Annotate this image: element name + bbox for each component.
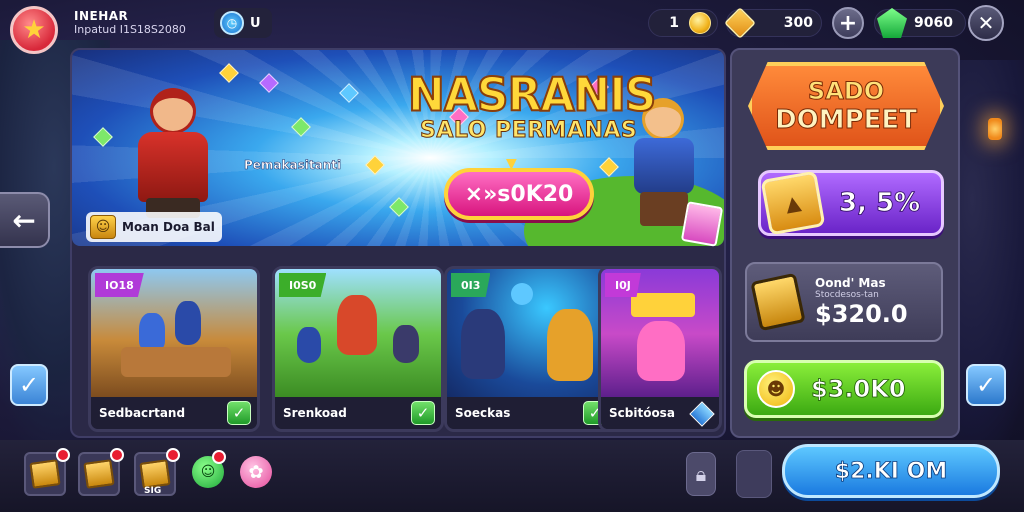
level-badge[interactable]: ◷ U: [214, 8, 272, 38]
close-icon: ✕: [977, 11, 995, 35]
crate-icon: [724, 7, 756, 39]
check-icon: ✓: [975, 371, 997, 399]
offer-ticket-title: Oond' Mas: [815, 276, 886, 290]
offer-ticket-subtitle: Stocdesos-tan: [815, 290, 879, 300]
game-badge: IO18: [95, 273, 144, 297]
box-icon: [29, 459, 61, 489]
gift-button[interactable]: ✿: [240, 456, 272, 488]
lantern-icon: [988, 118, 1002, 140]
star-icon: ★: [22, 15, 46, 45]
inventory-caption: SIG: [144, 486, 162, 496]
shop-title-line1: SADO: [807, 77, 885, 106]
gem-counter[interactable]: 9060: [874, 8, 966, 38]
level-value: U: [250, 15, 261, 31]
back-button[interactable]: ←: [0, 192, 50, 248]
box-icon: [139, 459, 171, 489]
character-icon: ☺: [90, 215, 116, 239]
game-tile[interactable]: I0S0 Srenkoad ✓: [272, 266, 444, 432]
inventory-slot[interactable]: [78, 448, 124, 496]
clock-icon: ◷: [220, 11, 244, 35]
game-badge: 0I3: [451, 273, 491, 297]
chest-icon: ▲: [760, 170, 826, 236]
lock-button[interactable]: 🔒︎: [686, 452, 716, 496]
notification-dot: [56, 448, 70, 462]
game-badge: I0J: [605, 273, 641, 297]
face-icon: ☺: [200, 464, 216, 480]
offer-chest-button[interactable]: ▲ 3, 5%: [758, 170, 944, 236]
banner-subtitle: SALO PERMANAS: [419, 118, 638, 144]
check-icon: ✓: [227, 401, 251, 425]
notification-dot: [166, 448, 180, 462]
inventory-slot[interactable]: [24, 448, 70, 496]
game-tile[interactable]: I0J Scbitóosa: [598, 266, 722, 432]
left-check-button[interactable]: ✓: [10, 364, 48, 406]
arrow-left-icon: ←: [12, 203, 36, 237]
notification-dot: [110, 448, 124, 462]
promo-button-label: ×»s0K20: [464, 181, 574, 207]
player-avatar[interactable]: ★: [10, 6, 58, 54]
ticket-icon: [750, 272, 806, 332]
check-icon: ✓: [411, 401, 435, 425]
banner-hero-left: [118, 88, 218, 218]
player-tag-label: Moan Doa Bal: [122, 220, 215, 234]
promo-button[interactable]: ×»s0K20: [444, 168, 594, 220]
shop-title: SADO DOMPEET: [748, 62, 944, 150]
box-icon: [83, 459, 115, 489]
coin-value: 1: [669, 15, 679, 31]
empty-slot[interactable]: [736, 450, 772, 498]
crate-counter[interactable]: 300: [724, 7, 822, 39]
player-name: INEHAR: [74, 9, 129, 23]
banner-title: NASRANIS: [407, 68, 657, 124]
gift-icon: ✿: [248, 461, 264, 483]
buy-button-label: $3.0K0: [811, 375, 906, 404]
close-button[interactable]: ✕: [968, 5, 1004, 41]
coin-counter[interactable]: 1: [648, 9, 718, 37]
play-button-label: $2.KI OM: [834, 458, 948, 484]
plus-icon: +: [838, 10, 858, 36]
player-subtitle: Inpatud I1S18S2080: [74, 23, 186, 36]
coin-icon: [689, 12, 711, 34]
gem-icon: [877, 8, 907, 38]
play-button[interactable]: $2.KI OM: [782, 444, 1000, 498]
gem-value: 9060: [914, 15, 953, 31]
top-bar: ★ INEHAR Inpatud I1S18S2080 ◷ U 1 300 + …: [0, 0, 1024, 54]
promo-label: Pemakasitanti: [244, 158, 342, 173]
game-badge: I0S0: [279, 273, 327, 297]
player-tag[interactable]: ☺ Moan Doa Bal: [86, 212, 222, 242]
smiley-icon: ☻: [757, 370, 795, 408]
offer-ticket-card[interactable]: Oond' Mas Stocdesos-tan $320.0: [745, 262, 943, 342]
offer-chest-value: 3, 5%: [839, 188, 921, 219]
check-icon: ✓: [18, 371, 40, 399]
buy-button[interactable]: ☻ $3.0K0: [744, 360, 944, 418]
shop-title-line2: DOMPEET: [775, 105, 918, 136]
game-tile[interactable]: IO18 Sedbacrtand ✓: [88, 266, 260, 432]
crate-value: 300: [783, 15, 813, 31]
notification-dot: [212, 450, 226, 464]
right-check-button[interactable]: ✓: [966, 364, 1006, 406]
add-currency-button[interactable]: +: [832, 7, 864, 39]
game-tile[interactable]: 0I3 Soeckas ✓: [444, 266, 616, 432]
card-icon: [680, 201, 724, 247]
lock-icon: 🔒︎: [695, 462, 707, 486]
offer-ticket-price: $320.0: [815, 300, 908, 328]
